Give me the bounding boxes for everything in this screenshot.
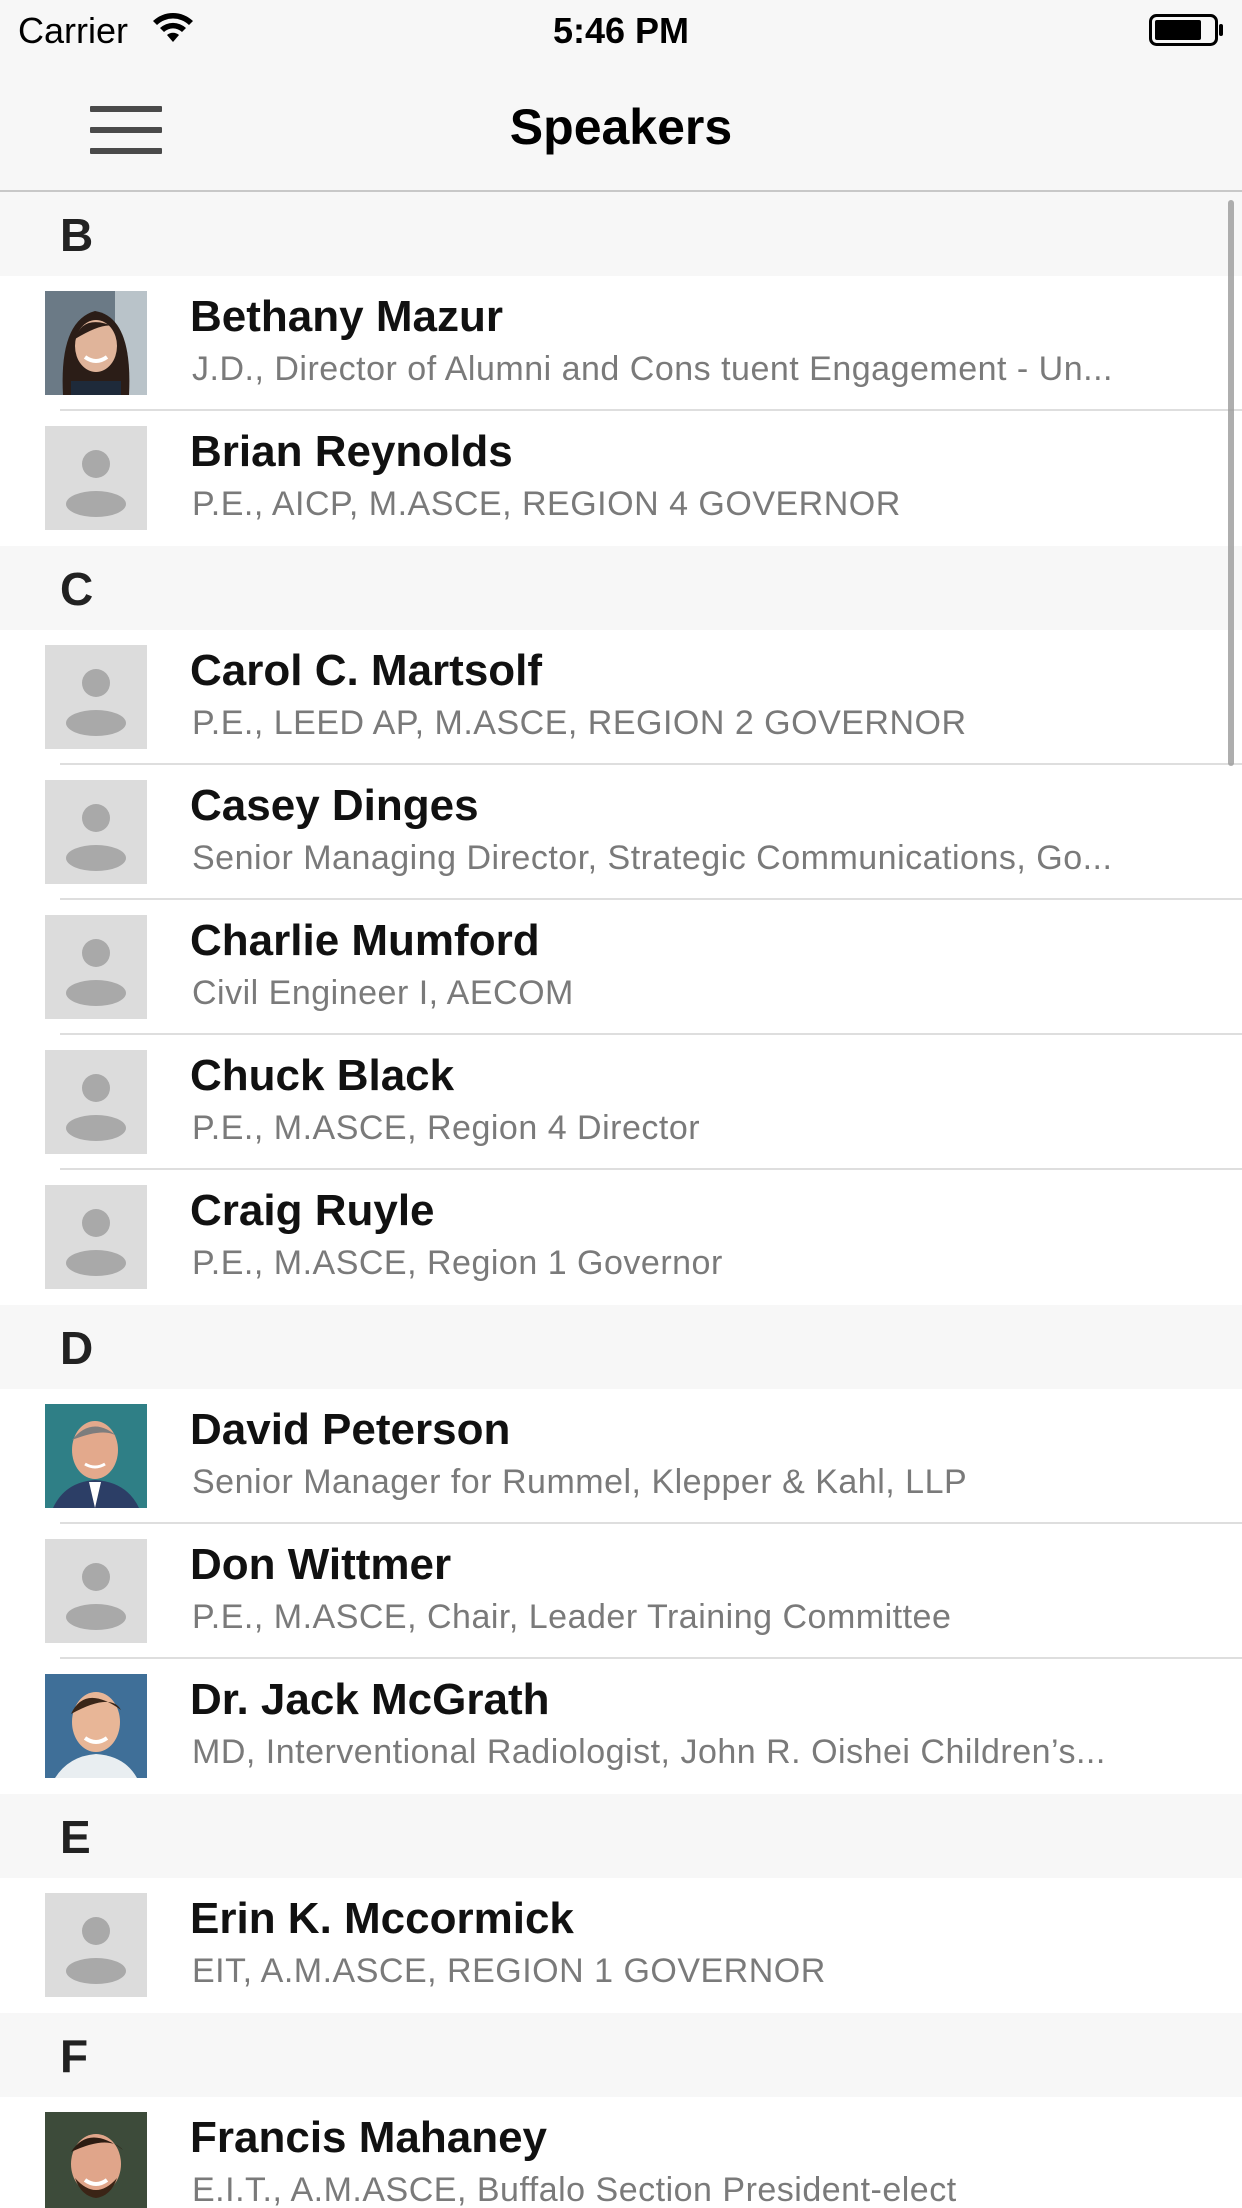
person-placeholder-icon xyxy=(45,1893,147,1997)
speaker-name: Charlie Mumford xyxy=(190,916,540,965)
speaker-title: P.E., AICP, M.ASCE, REGION 4 GOVERNOR xyxy=(192,485,901,523)
status-bar: Carrier 5:46 PM xyxy=(0,0,1242,60)
status-time: 5:46 PM xyxy=(552,10,690,51)
speaker-list[interactable]: B Bethany Mazur J.D., Director of Alumni a… xyxy=(0,192,1242,2208)
person-placeholder-icon xyxy=(45,1893,147,1997)
profile-photo xyxy=(45,291,147,395)
profile-photo xyxy=(45,1404,147,1508)
speaker-name: Francis Mahaney xyxy=(190,2113,548,2162)
speaker-row[interactable]: Charlie Mumford Civil Engineer I, AECOM xyxy=(0,900,1242,1035)
speaker-name: Casey Dinges xyxy=(190,781,479,830)
section-header-e: E xyxy=(0,1794,1242,1878)
speaker-row[interactable]: Chuck Black P.E., M.ASCE, Region 4 Direct… xyxy=(0,1035,1242,1170)
profile-photo xyxy=(45,1674,147,1778)
section-letter: B xyxy=(60,209,94,261)
section-letter: C xyxy=(60,563,94,615)
person-placeholder-icon xyxy=(45,780,147,884)
speaker-title: P.E., M.ASCE, Chair, Leader Training Com… xyxy=(192,1598,952,1636)
person-placeholder-icon xyxy=(45,426,147,530)
person-placeholder-icon xyxy=(45,915,147,1019)
speaker-photo xyxy=(45,2112,147,2208)
speaker-name: Bethany Mazur xyxy=(190,292,503,341)
speaker-title: P.E., M.ASCE, Region 4 Director xyxy=(192,1109,701,1147)
person-placeholder-icon xyxy=(45,1539,147,1643)
scrollbar[interactable] xyxy=(1228,200,1234,766)
speaker-name: Erin K. Mccormick xyxy=(190,1894,574,1943)
speaker-row[interactable]: Carol C. Martsolf P.E., LEED AP, M.ASCE, … xyxy=(0,630,1242,765)
section-header-b: B xyxy=(0,192,1242,276)
section-letter: D xyxy=(60,1322,94,1374)
person-placeholder-icon xyxy=(45,1539,147,1643)
speakers-screen: Carrier 5:46 PM Speakers B Bethany Mazur J… xyxy=(0,0,1242,2208)
person-placeholder-icon xyxy=(45,645,147,749)
speaker-row[interactable]: Bethany Mazur J.D., Director of Alumni an… xyxy=(0,276,1242,411)
speaker-name: Dr. Jack McGrath xyxy=(190,1675,550,1724)
speaker-name: Carol C. Martsolf xyxy=(190,646,543,695)
profile-photo xyxy=(45,2112,147,2208)
speaker-row[interactable]: David Peterson Senior Manager for Rummel,… xyxy=(0,1389,1242,1524)
speaker-row[interactable]: Erin K. Mccormick EIT, A.M.ASCE, REGION 1… xyxy=(0,1878,1242,2013)
section-header-c: C xyxy=(0,546,1242,630)
speaker-photo xyxy=(45,1674,147,1778)
page-title: Speakers xyxy=(509,99,733,155)
navigation-bar: Speakers xyxy=(0,60,1242,192)
speaker-title: P.E., M.ASCE, Region 1 Governor xyxy=(192,1244,723,1282)
speaker-title: EIT, A.M.ASCE, REGION 1 GOVERNOR xyxy=(192,1952,826,1990)
speaker-photo xyxy=(45,1404,147,1508)
speaker-row[interactable]: Don Wittmer P.E., M.ASCE, Chair, Leader T… xyxy=(0,1524,1242,1659)
person-placeholder-icon xyxy=(45,645,147,749)
speaker-title: Senior Manager for Rummel, Klepper & Kah… xyxy=(192,1463,968,1501)
speaker-row[interactable]: Francis Mahaney E.I.T., A.M.ASCE, Buffalo… xyxy=(0,2097,1242,2208)
speaker-row[interactable]: Dr. Jack McGrath MD, Interventional Radio… xyxy=(0,1659,1242,1794)
person-placeholder-icon xyxy=(45,1185,147,1289)
speaker-name: Brian Reynolds xyxy=(190,427,513,476)
person-placeholder-icon xyxy=(45,426,147,530)
battery-icon xyxy=(1149,14,1223,46)
speaker-name: Don Wittmer xyxy=(190,1540,452,1589)
section-header-f: F xyxy=(0,2013,1242,2097)
speaker-title: E.I.T., A.M.ASCE, Buffalo Section Presid… xyxy=(192,2171,957,2208)
speaker-row[interactable]: Brian Reynolds P.E., AICP, M.ASCE, REGION… xyxy=(0,411,1242,546)
speaker-title: J.D., Director of Alumni and Cons tuent … xyxy=(192,350,1113,388)
person-placeholder-icon xyxy=(45,915,147,1019)
person-placeholder-icon xyxy=(45,1185,147,1289)
person-placeholder-icon xyxy=(45,1050,147,1154)
speaker-photo xyxy=(45,291,147,395)
speaker-name: Craig Ruyle xyxy=(190,1186,435,1235)
person-placeholder-icon xyxy=(45,780,147,884)
section-header-d: D xyxy=(0,1305,1242,1389)
speaker-title: MD, Interventional Radiologist, John R. … xyxy=(192,1733,1106,1771)
speaker-title: Civil Engineer I, AECOM xyxy=(192,974,574,1012)
speaker-title: Senior Managing Director, Strategic Comm… xyxy=(192,839,1113,877)
section-letter: F xyxy=(60,2030,89,2082)
section-letter: E xyxy=(60,1811,91,1863)
speaker-title: P.E., LEED AP, M.ASCE, REGION 2 GOVERNOR xyxy=(192,704,967,742)
speaker-row[interactable]: Casey Dinges Senior Managing Director, St… xyxy=(0,765,1242,900)
person-placeholder-icon xyxy=(45,1050,147,1154)
speaker-name: Chuck Black xyxy=(190,1051,455,1100)
speaker-row[interactable]: Craig Ruyle P.E., M.ASCE, Region 1 Govern… xyxy=(0,1170,1242,1305)
speaker-name: David Peterson xyxy=(190,1405,511,1454)
